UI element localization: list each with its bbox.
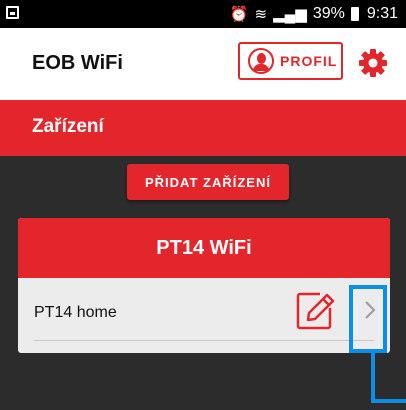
status-bar: ⏰ ≋ ▂▄▆ 39% 9:31 [0, 0, 406, 28]
highlight-callout-line-horizontal [371, 399, 406, 403]
add-device-button[interactable]: PŘIDAT ZAŘÍZENÍ [127, 164, 289, 200]
app-title: EOB WiFi [32, 52, 123, 74]
status-time: 9:31 [366, 5, 398, 22]
status-icons: ⏰ ≋ ▂▄▆ 39% 9:31 [230, 3, 398, 25]
device-card: PT14 WiFi PT14 home [18, 218, 390, 353]
section-header: Zařízení [0, 100, 406, 156]
profile-button[interactable]: PROFIL [238, 42, 343, 80]
screenshot-notification-icon [6, 6, 19, 19]
battery-icon [350, 7, 359, 21]
edit-icon [296, 292, 335, 330]
signal-icon: ▂▄▆ [273, 6, 307, 23]
user-icon [248, 48, 274, 74]
alarm-icon: ⏰ [229, 6, 249, 23]
settings-button[interactable] [358, 48, 388, 78]
section-title: Zařízení [32, 116, 104, 137]
edit-button[interactable] [294, 290, 336, 332]
row-divider [34, 340, 374, 341]
battery-percent: 39% [312, 5, 345, 22]
device-card-title: PT14 WiFi [156, 236, 252, 259]
highlight-callout-line [371, 353, 375, 403]
profile-label: PROFIL [280, 53, 338, 69]
gear-icon [359, 49, 387, 77]
highlight-callout-box [349, 285, 387, 353]
app-bar: EOB WiFi PROFIL [0, 28, 406, 100]
wifi-icon: ≋ [254, 6, 268, 23]
device-name[interactable]: PT14 home [34, 304, 117, 322]
